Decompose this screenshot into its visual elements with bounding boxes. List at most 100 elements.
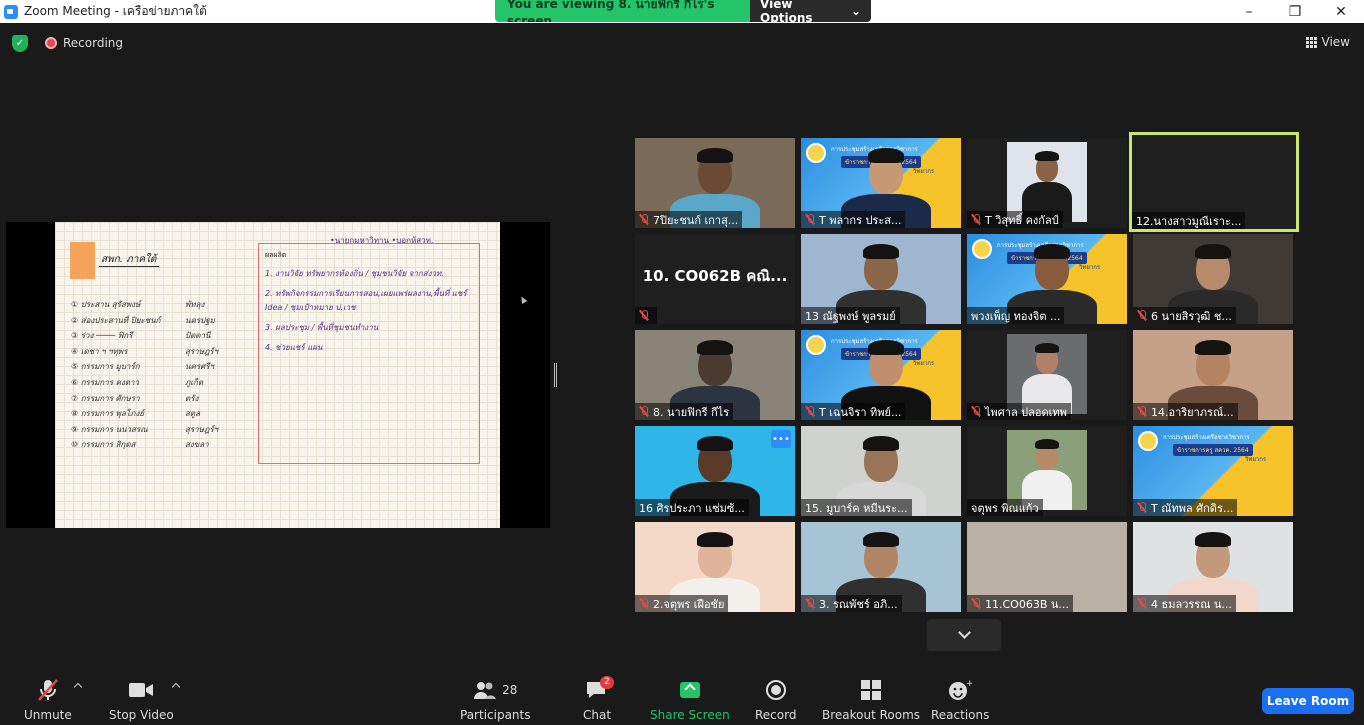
view-options-label: View Options	[760, 0, 813, 22]
list-item: ② ส่องประสานที่ ปิยะชนก์	[71, 315, 161, 325]
participant-hair	[697, 340, 733, 355]
split-drag-handle[interactable]	[554, 363, 557, 387]
participant-tile[interactable]: 11.CO063B น...	[967, 522, 1127, 612]
participant-tile[interactable]: 13 ณัฐพงษ์ พูลรมย์	[801, 234, 961, 324]
participant-name-label: พวงเพ็ญ ทองจิต ...	[967, 307, 1065, 324]
mic-muted-icon	[805, 214, 815, 225]
member-list: ① ประสาน สุรัสพงษ์ ② ส่องประสานที่ ปิยะช…	[71, 297, 160, 453]
participants-button[interactable]: 28 Participants	[460, 678, 531, 722]
participant-tile[interactable]: 2.จตุพร เฝือชัย	[635, 522, 795, 612]
chat-button[interactable]: 2 Chat	[583, 676, 614, 722]
chat-badge: 2	[600, 676, 614, 689]
list-item: ① ประสาน สุรัสพงษ์	[71, 300, 141, 309]
participant-tile[interactable]: T วิสุทธิ์ คงกัลป์	[967, 138, 1127, 228]
participant-tile[interactable]: จตุพร พิณแก้ว	[967, 426, 1127, 516]
more-options-button[interactable]: •••	[771, 430, 791, 448]
list-item: ⑦ กรรมการ ศักษรา	[71, 393, 140, 403]
participant-name-label: 11.CO063B น...	[967, 595, 1073, 612]
participant-tile[interactable]: การประชุมสร้างเครือข่ายวิชาการข้าราชการค…	[967, 234, 1127, 324]
mic-muted-icon	[639, 310, 649, 321]
participant-tile[interactable]: 4 ธมลวรรณ น...	[1133, 522, 1293, 612]
participant-name: 4 ธมลวรรณ น...	[1151, 597, 1232, 611]
output-line: 1. งานวิจัย ทรัพยากรท้องถิ่น / ชุมชนวิจั…	[265, 269, 444, 278]
province-list: พัทลุง นครปฐม ปัตตานี สุราษฎร์ฯ นครศรีฯ …	[185, 297, 218, 453]
participant-name-label: 2.จตุพร เฝือชัย	[635, 595, 729, 612]
meeting-toolbar: Unmute Stop Video 28 Participants 2 Chat…	[0, 670, 1364, 725]
list-item: สตูล	[185, 409, 200, 419]
view-options-button[interactable]: View Options ⌄	[750, 0, 871, 22]
shield-icon[interactable]: ✓	[12, 35, 28, 52]
participant-name-label: T เฉนจิรา ทิพย์...	[801, 403, 906, 420]
unmute-button[interactable]: Unmute	[24, 678, 72, 722]
record-icon	[765, 678, 787, 702]
participant-name: T พลากร ประส...	[819, 213, 902, 227]
gallery-scroll-down-button[interactable]	[927, 619, 1001, 651]
participant-tile[interactable]: การประชุมสร้างเครือข่ายวิชาการข้าราชการค…	[801, 330, 961, 420]
output-line: 2. ทรัพกิจกรรมการเรียนการสอน,เผยแพร่ผลงา…	[265, 289, 467, 312]
record-label: Record	[755, 708, 797, 722]
output-box-label: ผลผลิต	[265, 251, 287, 259]
shared-document: สพก. ภาคใต้ •นายกมหาวิทาน •บอกห้สวท. ① ป…	[55, 222, 500, 528]
participant-name: 2.จตุพร เฝือชัย	[653, 597, 725, 611]
participant-name: 8. นายฟิกรี กีไร	[653, 405, 730, 419]
banner-role: วิทยากร	[913, 360, 935, 367]
maximize-button[interactable]: ❐	[1272, 0, 1318, 23]
mic-muted-icon	[1137, 406, 1147, 417]
participant-tile[interactable]: 7ปิยะชนก์ เกาสุ...	[635, 138, 795, 228]
participant-tile[interactable]: 6 นายสิรวุฒิ ช...	[1133, 234, 1293, 324]
list-item: ⑤ กรรมการ มูบาร์ก	[71, 362, 140, 372]
banner-role: วิทยากร	[1245, 456, 1267, 463]
stop-video-button[interactable]: Stop Video	[109, 678, 174, 722]
participant-name-label: 16 ศิรประภา แซ่มซ้...	[635, 499, 749, 516]
recording-indicator[interactable]: Recording	[45, 36, 123, 50]
svg-text:+: +	[966, 679, 972, 689]
participant-tile[interactable]: 3. รณพัชร์ อภิ...	[801, 522, 961, 612]
breakout-rooms-button[interactable]: Breakout Rooms	[822, 678, 920, 722]
zoom-app-icon	[4, 4, 18, 19]
mic-muted-icon	[639, 598, 649, 609]
record-button[interactable]: Record	[755, 678, 796, 722]
participant-tile[interactable]: การประชุมสร้างเครือข่ายวิชาการข้าราชการค…	[801, 138, 961, 228]
reactions-button[interactable]: + Reactions	[931, 678, 989, 722]
participant-hair	[863, 436, 899, 451]
list-item: ตรัง	[185, 393, 199, 403]
list-item: พัทลุง	[185, 300, 205, 309]
participant-hair	[697, 532, 733, 547]
participant-hair	[868, 148, 904, 163]
participant-tile[interactable]: 8. นายฟิกรี กีไร	[635, 330, 795, 420]
participant-tile[interactable]: 12.นางสาวมูณีเราะ...	[1129, 132, 1299, 232]
participants-label: Participants	[460, 708, 531, 722]
participant-name-label: 8. นายฟิกรี กีไร	[635, 403, 734, 420]
participant-name: T วิสุทธิ์ คงกัลป์	[985, 213, 1059, 227]
mic-muted-icon	[1137, 502, 1147, 513]
mic-muted-icon	[971, 214, 981, 225]
participant-tile[interactable]: 14.อาริยาภรณ์...	[1133, 330, 1293, 420]
participant-hair	[868, 340, 904, 355]
participant-hair	[1034, 244, 1070, 259]
output-line: 3. ผลประชุม / พื้นที่ชุมชนทำงาน	[265, 323, 379, 332]
close-button[interactable]: ✕	[1318, 0, 1364, 23]
list-item: สุราษฎร์ฯ	[185, 346, 219, 356]
participant-tile[interactable]: การประชุมสร้างเครือข่ายวิชาการข้าราชการค…	[1133, 426, 1293, 516]
participant-name: T ณัทพล ศักดิร...	[1151, 501, 1234, 515]
participant-tile[interactable]: 15. มูบาร์ค หมีนระ...	[801, 426, 961, 516]
meeting-topbar: ✓ Recording View	[0, 23, 1364, 63]
audio-options-caret[interactable]	[73, 682, 83, 692]
leave-room-button[interactable]: Leave Room	[1262, 688, 1354, 714]
participant-tile[interactable]: 10. CO062B คณิ...	[635, 234, 795, 324]
list-item: ⑥ กรรมการ คงดาว	[71, 377, 140, 387]
seal-logo	[806, 143, 826, 163]
share-screen-button[interactable]: Share Screen	[650, 678, 730, 722]
view-button[interactable]: View	[1305, 35, 1350, 49]
list-item: ⑩ กรรมการ สิกุดส	[71, 440, 136, 450]
participant-name-label: 14.อาริยาภรณ์...	[1133, 403, 1238, 420]
reactions-label: Reactions	[931, 708, 990, 722]
chat-label: Chat	[583, 708, 612, 722]
header-underline	[99, 266, 159, 267]
stop-video-label: Stop Video	[109, 708, 174, 722]
minimize-button[interactable]: –	[1226, 0, 1272, 23]
shared-screen[interactable]: สพก. ภาคใต้ •นายกมหาวิทาน •บอกห้สวท. ① ป…	[6, 222, 550, 528]
window-title: Zoom Meeting - เครือข่ายภาคใต้	[24, 4, 207, 18]
participant-tile[interactable]: ••• 16 ศิรประภา แซ่มซ้...	[635, 426, 795, 516]
participant-tile[interactable]: ไพศาล ปลอดเทพ	[967, 330, 1127, 420]
